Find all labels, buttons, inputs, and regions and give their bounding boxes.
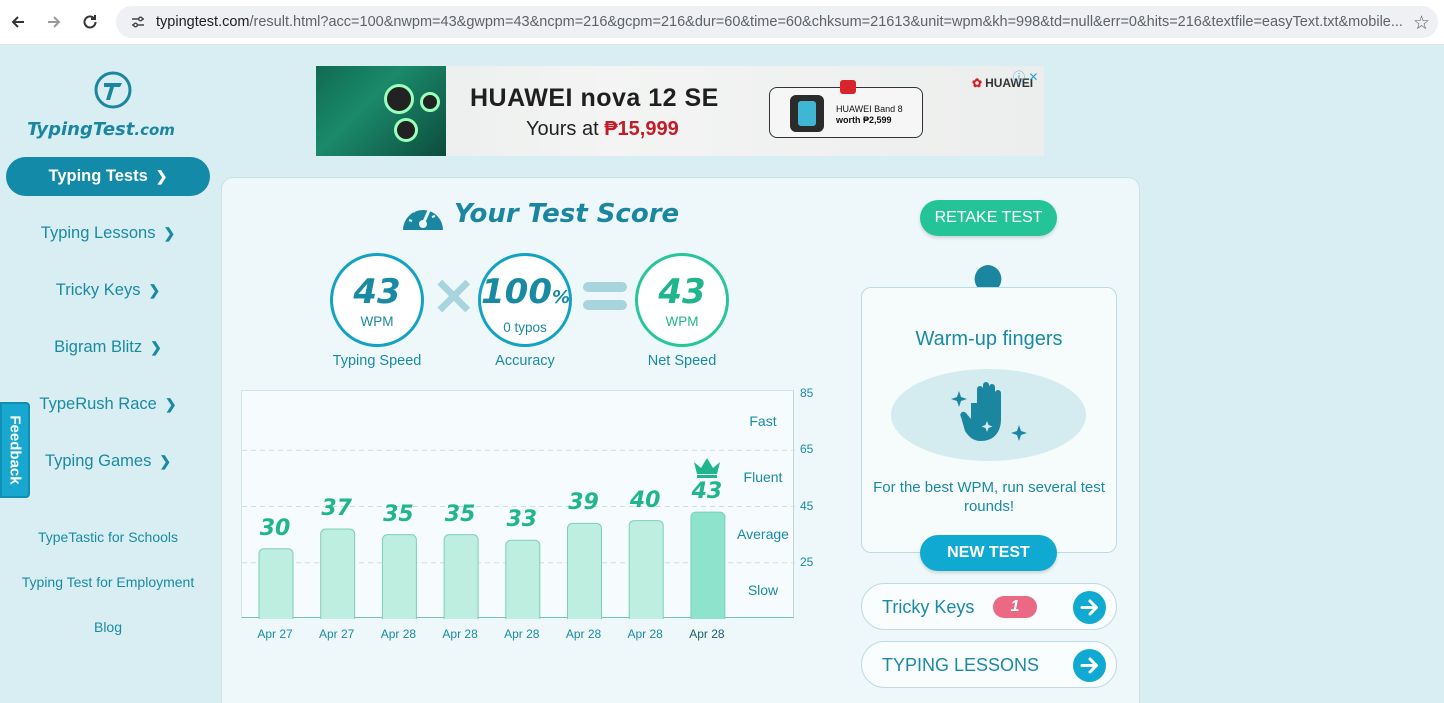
x-axis-label: Apr 27 bbox=[257, 627, 293, 641]
warmup-title: Warm-up fingers bbox=[915, 328, 1063, 350]
warmup-description: For the best WPM, run several test round… bbox=[873, 479, 1105, 515]
speed-band-label: Fast bbox=[749, 413, 777, 430]
bar-value-label: 35 bbox=[383, 501, 414, 527]
link-typetastic[interactable]: TypeTastic for Schools bbox=[6, 529, 210, 545]
sidebar-item-typing-games[interactable]: Typing Games ❯ bbox=[6, 442, 210, 481]
chart-bar bbox=[567, 522, 602, 619]
bookmark-star-icon[interactable]: ☆ bbox=[1413, 12, 1430, 35]
ad-title: HUAWEI nova 12 SE bbox=[470, 84, 719, 112]
equals-icon bbox=[583, 282, 627, 312]
chart-bar bbox=[505, 539, 541, 619]
bar-value-label: 35 bbox=[444, 501, 476, 527]
x-axis-label: Apr 28 bbox=[689, 627, 725, 641]
accuracy-circle: 100% 0 typos bbox=[478, 253, 572, 347]
ad-choices-icon[interactable]: ⓘ ✕ bbox=[1013, 68, 1038, 85]
chevron-right-icon: ❯ bbox=[148, 282, 161, 298]
chevron-right-icon: ❯ bbox=[159, 453, 172, 469]
tricky-keys-label: Tricky Keys bbox=[882, 597, 975, 617]
crown-icon bbox=[692, 456, 722, 479]
bar-value-label: 37 bbox=[321, 496, 352, 521]
forward-icon[interactable] bbox=[36, 4, 72, 40]
x-axis-label: Apr 28 bbox=[380, 627, 417, 641]
x-axis-label: Apr 28 bbox=[442, 627, 478, 641]
bar-value-label: 43 bbox=[691, 479, 723, 505]
bar-value-label: 39 bbox=[568, 490, 599, 516]
speedometer-icon bbox=[403, 205, 443, 230]
net-speed-label: Net Speed bbox=[647, 353, 717, 369]
y-tick-label: 85 bbox=[800, 386, 814, 400]
back-icon[interactable] bbox=[0, 4, 36, 40]
chevron-right-icon: ❯ bbox=[150, 339, 162, 355]
site-logo[interactable]: TypingTest.com bbox=[27, 70, 188, 140]
link-blog[interactable]: Blog bbox=[6, 619, 210, 635]
x-axis-label: Apr 28 bbox=[627, 627, 663, 641]
ad-offer-box: HUAWEI Band 8 worth ₱2,599 bbox=[769, 80, 923, 138]
new-test-button[interactable]: NEW TEST bbox=[920, 535, 1057, 571]
chart-bar bbox=[628, 520, 664, 619]
sparkle-hand-icon bbox=[951, 382, 1027, 441]
chevron-right-icon: ❯ bbox=[155, 168, 168, 184]
chart-bar bbox=[443, 534, 479, 619]
site-settings-icon[interactable] bbox=[128, 12, 148, 32]
ad-subtitle: Yours at ₱15,999 bbox=[526, 118, 679, 140]
speed-band-label: Fluent bbox=[743, 469, 783, 486]
huawei-logo-icon: ✿ bbox=[972, 76, 983, 90]
sidebar-item-typing-tests[interactable]: Typing Tests ❯ bbox=[6, 157, 210, 196]
retake-test-button[interactable]: RETAKE TEST bbox=[920, 200, 1057, 236]
net-speed-circle: 43 WPM bbox=[635, 253, 729, 347]
typing-lessons-label: TYPING LESSONS bbox=[882, 655, 1040, 675]
chart-bar bbox=[381, 534, 417, 619]
bar-value-label: 33 bbox=[506, 507, 538, 533]
logo-icon bbox=[94, 71, 132, 109]
arrow-right-icon[interactable] bbox=[1073, 591, 1106, 624]
y-tick-label: 45 bbox=[800, 498, 814, 513]
speed-band-label: Slow bbox=[747, 581, 779, 598]
chevron-right-icon: ❯ bbox=[164, 396, 177, 412]
sidebar-item-typing-lessons[interactable]: Typing Lessons ❯ bbox=[6, 214, 210, 253]
typing-lessons-card[interactable]: TYPING LESSONS bbox=[861, 641, 1117, 688]
accuracy-label: Accuracy bbox=[495, 353, 555, 369]
typing-speed-circle: 43 WPM bbox=[330, 253, 424, 347]
browser-toolbar: typingtest.com/result.html?acc=100&nwpm=… bbox=[0, 0, 1444, 45]
y-tick-label: 25 bbox=[800, 554, 814, 569]
chart-bar bbox=[690, 511, 726, 619]
link-employment[interactable]: Typing Test for Employment bbox=[6, 574, 210, 590]
sidebar-item-bigram-blitz[interactable]: Bigram Blitz ❯ bbox=[6, 328, 210, 367]
feedback-tab[interactable]: Feedback bbox=[0, 402, 30, 498]
sidebar-item-typerush-race[interactable]: TypeRush Race ❯ bbox=[6, 385, 210, 424]
ad-band-image bbox=[790, 95, 824, 132]
bar-value-label: 30 bbox=[259, 515, 291, 541]
typing-speed-label: Typing Speed bbox=[332, 353, 422, 369]
tricky-keys-card[interactable]: Tricky Keys 1 bbox=[861, 583, 1117, 630]
x-axis-label: Apr 28 bbox=[504, 627, 540, 641]
x-axis-label: Apr 28 bbox=[565, 627, 602, 641]
chart-bar bbox=[258, 548, 294, 619]
tricky-keys-count-badge: 1 bbox=[993, 596, 1037, 618]
ad-banner[interactable]: HUAWEI nova 12 SE Yours at ₱15,999 HUAWE… bbox=[316, 66, 1044, 156]
speed-band-label: Average bbox=[737, 525, 789, 542]
url-text: typingtest.com/result.html?acc=100&nwpm=… bbox=[156, 14, 1403, 30]
score-title: Your Test Score bbox=[401, 196, 679, 232]
sidebar-item-tricky-keys[interactable]: Tricky Keys ❯ bbox=[6, 271, 210, 310]
arrow-right-icon[interactable] bbox=[1073, 649, 1106, 682]
x-axis-label: Apr 27 bbox=[319, 627, 355, 641]
bar-value-label: 40 bbox=[629, 487, 661, 513]
y-tick-label: 65 bbox=[800, 442, 814, 457]
ad-phone-image bbox=[316, 66, 446, 156]
gift-icon bbox=[840, 80, 856, 94]
chart-bar bbox=[320, 528, 356, 619]
multiply-icon: ✕ bbox=[432, 269, 476, 327]
chevron-right-icon: ❯ bbox=[163, 225, 176, 241]
address-bar[interactable]: typingtest.com/result.html?acc=100&nwpm=… bbox=[116, 6, 1438, 38]
reload-icon[interactable] bbox=[72, 4, 108, 40]
